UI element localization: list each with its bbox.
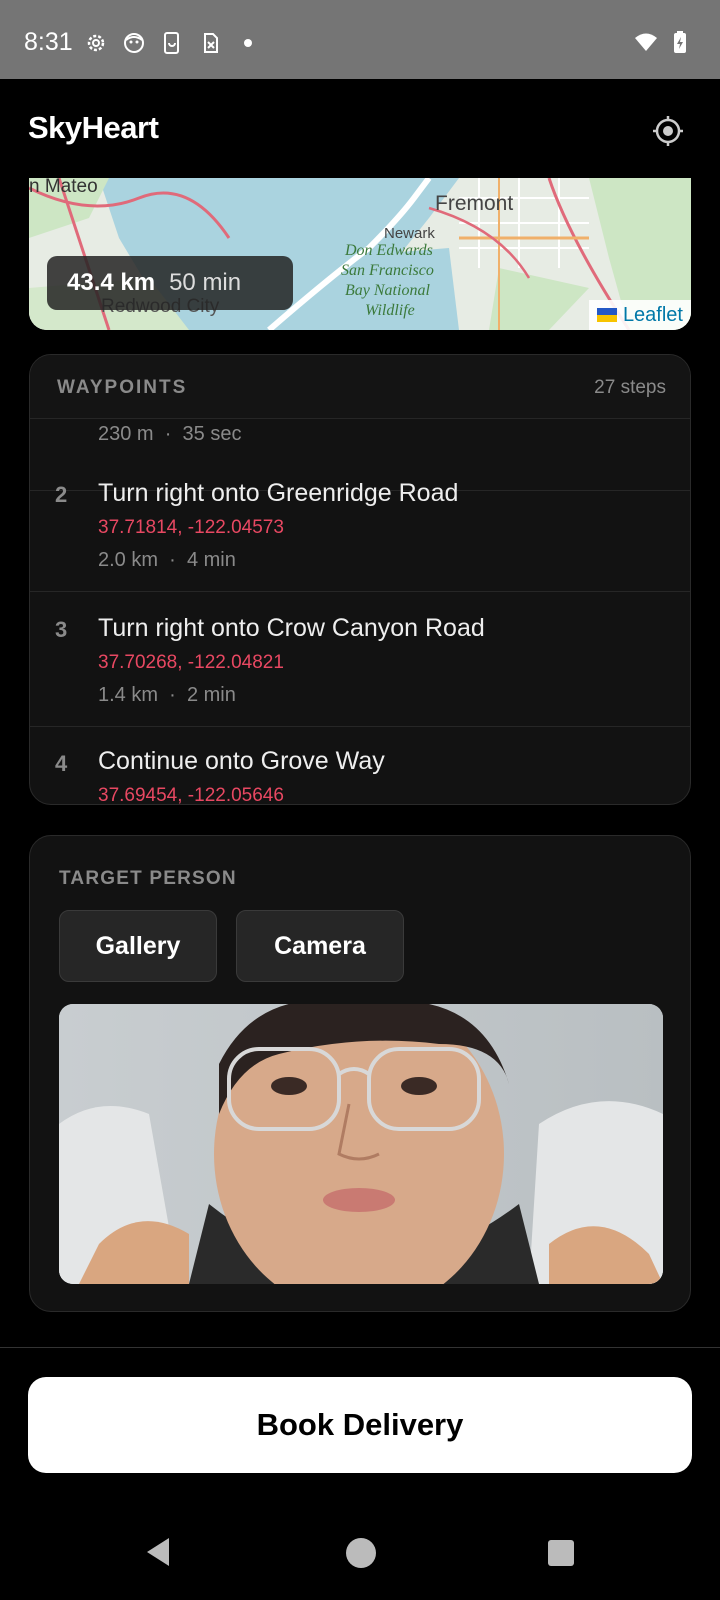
waypoints-header: WAYPOINTS 27 steps (30, 355, 690, 419)
list-item[interactable]: 2 Turn right onto Greenridge Road 37.718… (30, 457, 690, 592)
waypoint-meta: 2.0 km · 4 min (98, 549, 236, 571)
book-delivery-button[interactable]: Book Delivery (28, 1377, 692, 1473)
app-title: SkyHeart (28, 110, 159, 145)
camera-button[interactable]: Camera (236, 910, 404, 982)
waypoint-number: 2 (55, 482, 68, 507)
waypoint-meta: 230 m · 35 sec (98, 423, 242, 445)
gallery-button[interactable]: Gallery (59, 910, 217, 982)
waypoint-coords: 37.69454, -122.05646 (98, 785, 284, 805)
route-summary-badge: 43.4 km 50 min (47, 256, 293, 310)
home-icon[interactable] (346, 1538, 376, 1568)
waypoint-number: 4 (55, 751, 68, 776)
waypoint-instruction: Turn right onto Crow Canyon Road (98, 614, 485, 642)
map-attribution[interactable]: Leaflet (588, 300, 691, 330)
target-person-title: TARGET PERSON (59, 868, 237, 889)
status-time: 8:31 (24, 28, 73, 56)
status-bar: 8:31 (0, 0, 720, 79)
settings-icon (87, 34, 105, 52)
system-nav-bar (0, 1510, 720, 1600)
wifi-icon (635, 33, 657, 51)
assistant-icon (124, 33, 144, 53)
map-label-wildlife-1: Don Edwards (344, 242, 433, 259)
route-distance: 43.4 km (67, 269, 156, 296)
target-person-card: TARGET PERSON Gallery Camera (29, 835, 691, 1312)
map-label-wildlife-4: Wildlife (365, 302, 415, 319)
crosshair-icon[interactable] (652, 115, 684, 147)
ukraine-flag-icon (596, 308, 617, 322)
waypoint-number: 3 (55, 617, 68, 642)
map-label-wildlife-3: Bay National (345, 282, 430, 299)
waypoints-title: WAYPOINTS (57, 377, 188, 398)
sim-icon (204, 33, 218, 53)
waypoint-instruction: Turn right onto Greenridge Road (98, 479, 459, 507)
status-icons-left (84, 31, 260, 55)
map-label-fremont: Fremont (435, 192, 513, 215)
battery-icon (674, 31, 686, 53)
person-photo-placeholder (59, 1004, 663, 1284)
waypoint-instruction: Continue onto Grove Way (98, 747, 385, 775)
attribution-link[interactable]: Leaflet (623, 304, 683, 327)
screenshot-icon (164, 32, 179, 54)
map-label-san-mateo: n Mateo (29, 178, 98, 197)
status-icons-right (634, 30, 692, 54)
waypoint-meta: 1.4 km · 2 min (98, 684, 236, 706)
dot-icon (244, 39, 252, 47)
waypoint-coords: 37.71814, -122.04573 (98, 517, 284, 538)
list-item[interactable]: 3 Turn right onto Crow Canyon Road 37.70… (30, 592, 690, 727)
route-duration: 50 min (169, 269, 242, 296)
map-label-newark: Newark (384, 225, 435, 242)
waypoints-count: 27 steps (594, 377, 666, 398)
back-icon[interactable] (143, 1536, 173, 1568)
route-map[interactable]: n Mateo Fremont Newark Don Edwards San F… (29, 178, 691, 330)
bottom-divider (0, 1347, 720, 1348)
map-label-wildlife-2: San Francisco (341, 262, 434, 279)
list-item[interactable]: 4 Continue onto Grove Way 37.69454, -122… (30, 727, 690, 805)
waypoints-card[interactable]: WAYPOINTS 27 steps 230 m · 35 sec 2 Turn… (29, 354, 691, 805)
waypoint-coords: 37.70268, -122.04821 (98, 652, 284, 673)
target-person-photo (59, 1004, 663, 1284)
recents-icon[interactable] (548, 1540, 574, 1566)
